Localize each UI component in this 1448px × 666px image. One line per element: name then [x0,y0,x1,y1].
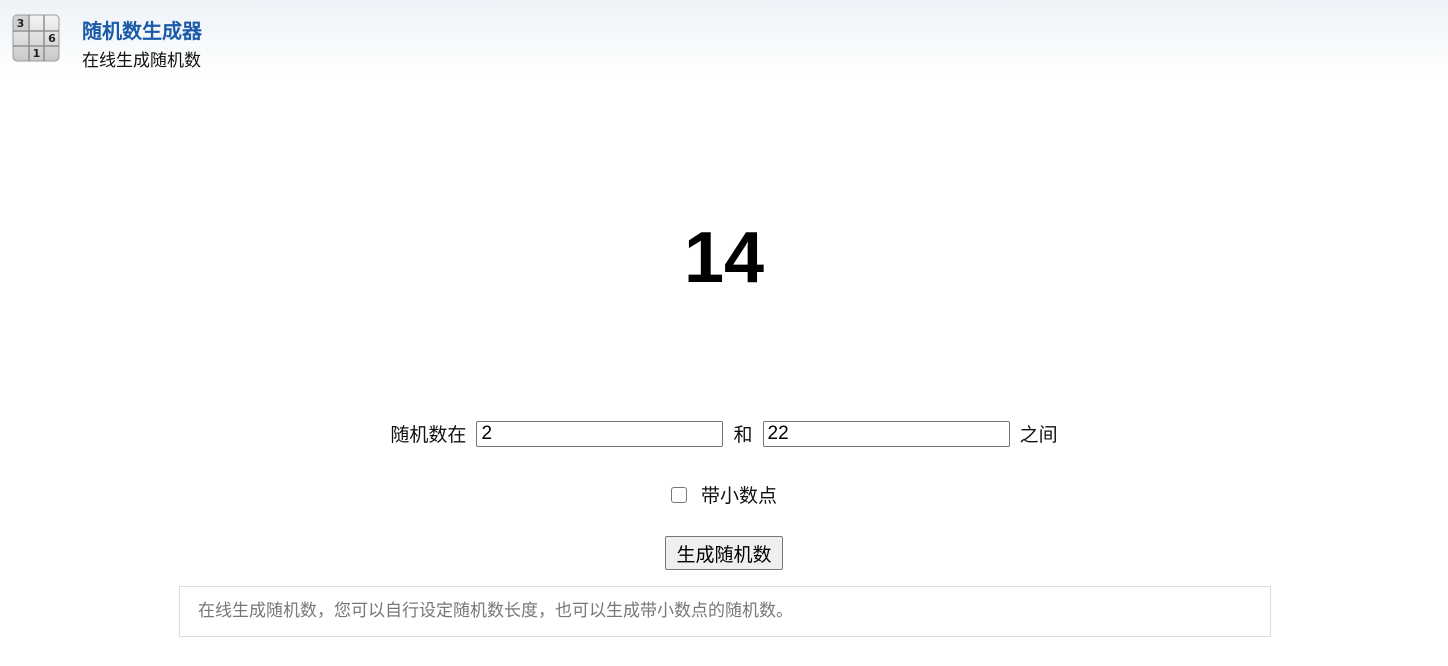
generate-row: 生成随机数 [0,536,1448,570]
decimal-checkbox[interactable] [670,486,687,503]
max-value-input[interactable] [762,420,1010,447]
page: 3 6 1 随机数生成器 在线生成随机数 14 随机数在 和 之间 带小数点 生… [0,0,1448,666]
decimal-label[interactable]: 带小数点 [701,485,777,507]
sudoku-grid-icon: 3 6 1 [12,14,60,62]
range-joiner-label: 和 [733,424,753,446]
range-suffix-label: 之间 [1019,424,1058,446]
logo-digit-3: 3 [17,17,25,30]
random-number-result: 14 [683,218,765,298]
range-prefix-label: 随机数在 [390,424,467,446]
site-title[interactable]: 随机数生成器 [82,15,202,44]
generate-button[interactable]: 生成随机数 [665,536,783,570]
info-box: 在线生成随机数，您可以自行设定随机数长度，也可以生成带小数点的随机数。 [179,586,1271,637]
site-subtitle: 在线生成随机数 [82,51,201,71]
logo-digit-6: 6 [48,32,56,45]
site-header: 3 6 1 随机数生成器 在线生成随机数 [0,0,1448,78]
logo-digit-1: 1 [33,47,41,60]
min-value-input[interactable] [476,420,724,447]
range-row: 随机数在 和 之间 [0,420,1448,447]
decimal-option-row: 带小数点 [0,481,1448,508]
